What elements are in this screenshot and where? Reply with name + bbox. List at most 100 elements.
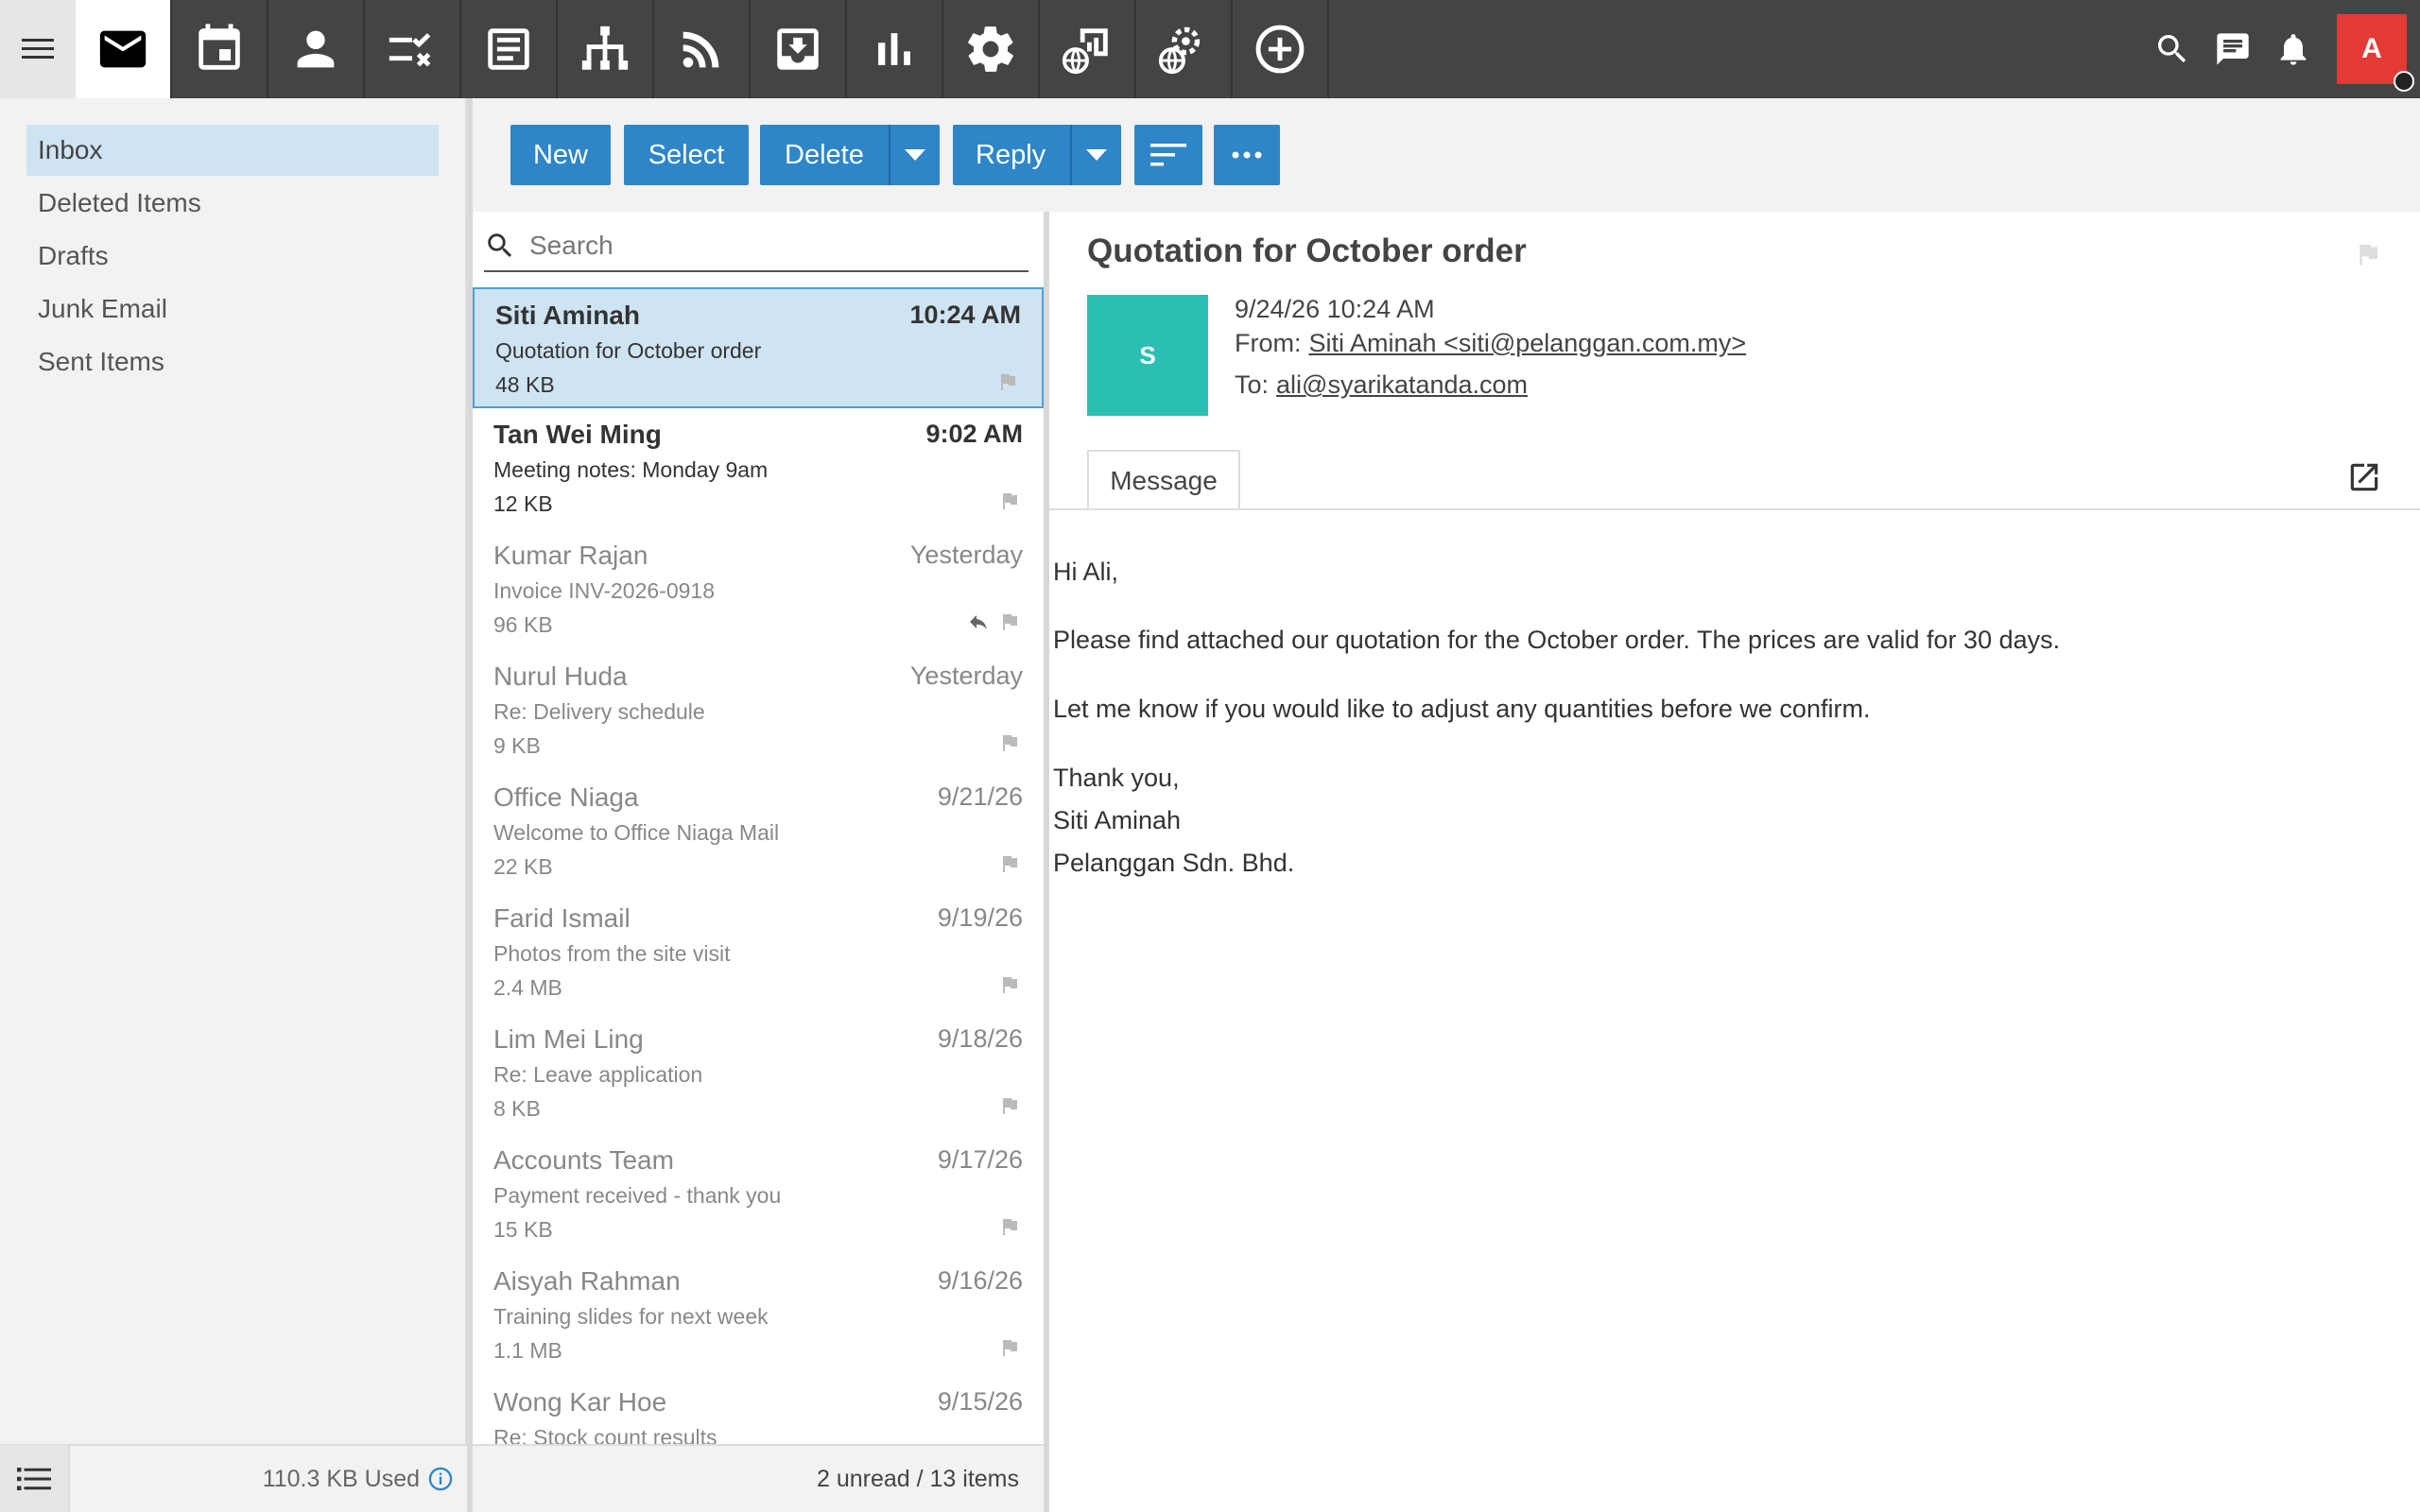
list-item[interactable]: Kumar Rajan Yesterday Invoice INV-2026-091… — [473, 529, 1044, 650]
reply-button[interactable]: Reply — [953, 125, 1121, 185]
app-reports[interactable] — [847, 0, 943, 98]
flag-icon[interactable] — [998, 973, 1021, 1001]
open-external-icon[interactable] — [2346, 459, 2382, 495]
folder-inbox[interactable]: Inbox — [26, 125, 439, 176]
list-item[interactable]: Wong Kar Hoe 9/15/26 Re: Stock count resul… — [473, 1376, 1044, 1444]
list-item[interactable]: Accounts Team 9/17/26 Payment received - t… — [473, 1134, 1044, 1255]
search-icon — [2158, 35, 2187, 63]
to-address-link[interactable]: ali@syarikatanda.com — [1276, 370, 1528, 399]
app-notes[interactable] — [461, 0, 558, 98]
topbar-right-tools: A — [2142, 0, 2420, 98]
folder-junk-email[interactable]: Junk Email — [26, 284, 439, 335]
folder-sent-items[interactable]: Sent Items — [26, 336, 439, 387]
message-size: 22 KB — [493, 854, 553, 879]
message-subject: Quotation for October order — [495, 338, 762, 363]
signature-company: Pelanggan Sdn. Bhd. — [1053, 849, 1295, 877]
to-label: To: — [1235, 370, 1270, 399]
body-greeting: Hi Ali, — [1053, 558, 1119, 586]
message-subject: Quotation for October order — [1087, 232, 1527, 269]
delete-button[interactable]: Delete — [760, 125, 940, 185]
web-gear-icon — [1158, 26, 1201, 75]
list-item[interactable]: Aisyah Rahman 9/16/26 Training slides for … — [473, 1255, 1044, 1376]
folder-list-toggle-button[interactable] — [0, 1445, 70, 1512]
new-button[interactable]: New — [510, 125, 611, 185]
flag-icon[interactable] — [996, 370, 1019, 398]
sort-button[interactable] — [1134, 125, 1202, 185]
list-item[interactable]: Nurul Huda Yesterday Re: Delivery schedule… — [473, 650, 1044, 771]
message-time: 9/21/26 — [937, 782, 1023, 811]
message-size: 96 KB — [493, 612, 553, 637]
flag-icon[interactable] — [998, 1336, 1021, 1364]
folder-label: Sent Items — [38, 347, 164, 376]
select-button[interactable]: Select — [624, 125, 749, 185]
folder-label: Junk Email — [38, 294, 167, 323]
mail-icon — [99, 30, 147, 68]
folder-drafts[interactable]: Drafts — [26, 231, 439, 282]
body-paragraph-1: Please find attached our quotation for t… — [1053, 626, 2061, 654]
flag-icon[interactable] — [998, 731, 1021, 759]
new-label: New — [532, 139, 588, 170]
global-search-button[interactable] — [2142, 0, 2203, 98]
user-avatar-button[interactable]: A — [2337, 14, 2414, 92]
more-actions-button[interactable] — [1214, 125, 1280, 185]
list-item[interactable]: Siti Aminah 10:24 AM Quotation for October… — [473, 287, 1044, 408]
message-sender: Siti Aminah — [495, 301, 640, 330]
unread-count: 2 unread / 13 items — [816, 1465, 1019, 1492]
message-date: 9/24/26 10:24 AM — [1235, 295, 1435, 323]
quota-text: 110.3 KB Used — [262, 1465, 420, 1492]
message-size: 12 KB — [493, 491, 553, 516]
app-download[interactable] — [751, 0, 847, 98]
folder-deleted-items[interactable]: Deleted Items — [26, 178, 439, 229]
app-calendar[interactable] — [172, 0, 268, 98]
message-subject: Training slides for next week — [493, 1304, 769, 1329]
info-icon[interactable] — [427, 1466, 454, 1492]
app-rss[interactable] — [654, 0, 751, 98]
flag-icon[interactable] — [998, 1215, 1021, 1243]
notifications-button[interactable] — [2263, 0, 2324, 98]
reading-pane: Quotation for October order S 9/24/26 10… — [1049, 212, 2420, 1512]
chat-button[interactable] — [2203, 0, 2263, 98]
flag-icon[interactable] — [998, 1094, 1021, 1122]
sort-icon — [1150, 144, 1186, 166]
message-time: 9/17/26 — [937, 1145, 1023, 1174]
app-settings[interactable] — [943, 0, 1040, 98]
message-time: 9/15/26 — [937, 1387, 1023, 1416]
message-sender: Office Niaga — [493, 782, 639, 812]
message-size: 9 KB — [493, 733, 541, 758]
storage-quota: 110.3 KB Used — [70, 1466, 467, 1493]
delete-dropdown-button[interactable] — [889, 125, 940, 185]
list-item[interactable]: Farid Ismail 9/19/26 Photos from the site … — [473, 892, 1044, 1013]
chevron-down-icon — [1086, 149, 1107, 161]
from-address-link[interactable]: Siti Aminah <siti@pelanggan.com.my> — [1309, 329, 1747, 357]
folder-label: Drafts — [38, 241, 109, 270]
flag-icon[interactable] — [998, 610, 1021, 638]
tab-divider — [1049, 508, 2420, 510]
app-contacts[interactable] — [268, 0, 365, 98]
app-web-analytics[interactable] — [1040, 0, 1136, 98]
reply-dropdown-button[interactable] — [1070, 125, 1121, 185]
list-item[interactable]: Tan Wei Ming 9:02 AM Meeting notes: Monday… — [473, 408, 1044, 529]
message-size: 2.4 MB — [493, 975, 562, 1000]
flag-icon[interactable] — [998, 490, 1021, 517]
app-tasks[interactable] — [365, 0, 461, 98]
app-org-chart[interactable] — [558, 0, 654, 98]
tab-message[interactable]: Message — [1087, 450, 1240, 510]
app-web-settings[interactable] — [1136, 0, 1233, 98]
user-initial: A — [2361, 33, 2382, 64]
message-sender: Farid Ismail — [493, 903, 631, 933]
app-mail[interactable] — [76, 0, 172, 98]
flag-icon[interactable] — [998, 852, 1021, 880]
message-subject: Invoice INV-2026-0918 — [493, 578, 715, 603]
flag-icon[interactable] — [2354, 240, 2382, 268]
hamburger-menu-button[interactable] — [0, 0, 76, 98]
list-item[interactable]: Lim Mei Ling 9/18/26 Re: Leave application… — [473, 1013, 1044, 1134]
message-time: 9/19/26 — [937, 903, 1023, 932]
list-status-bar: 2 unread / 13 items — [473, 1444, 1044, 1512]
message-size: 1.1 MB — [493, 1338, 562, 1363]
list-item[interactable]: Office Niaga 9/21/26 Welcome to Office Nia… — [473, 771, 1044, 892]
message-size: 15 KB — [493, 1217, 553, 1242]
app-add[interactable] — [1233, 0, 1329, 98]
message-rows: Siti Aminah 10:24 AM Quotation for October… — [473, 212, 1044, 1444]
message-subject: Photos from the site visit — [493, 941, 731, 966]
chevron-down-icon — [905, 149, 925, 161]
